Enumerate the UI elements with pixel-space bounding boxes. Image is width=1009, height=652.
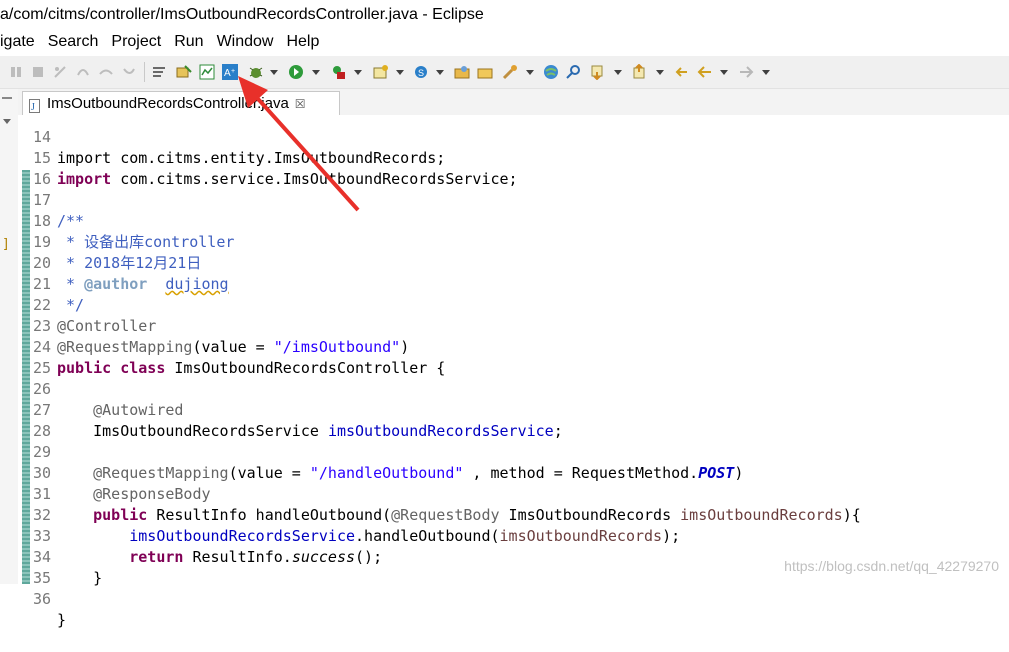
watermark: https://blog.csdn.net/qq_42279270 [784, 558, 999, 574]
annotation-arrow [238, 76, 360, 212]
